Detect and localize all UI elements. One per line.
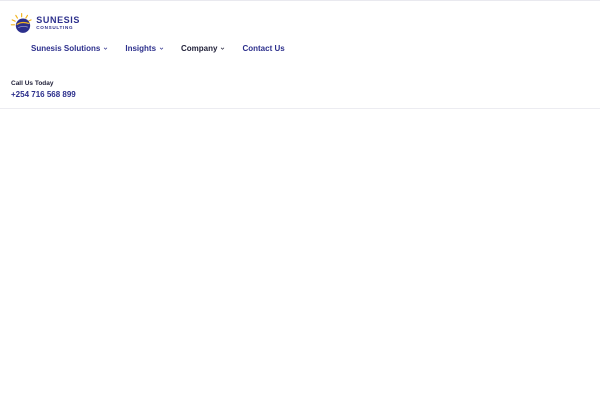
nav-item-contact-us[interactable]: Contact Us	[242, 44, 284, 53]
chevron-down-icon	[221, 47, 225, 50]
site-header: SUNESIS CONSULTING Sunesis Solutions Ins…	[0, 1, 600, 109]
main-nav: Sunesis Solutions Insights Company Conta…	[31, 42, 302, 54]
nav-item-label: Company	[181, 43, 218, 53]
logo-wordmark: SUNESIS CONSULTING	[36, 14, 80, 31]
nav-item-insights[interactable]: Insights	[125, 44, 164, 53]
logo-tagline: CONSULTING	[36, 24, 74, 30]
call-us-label: Call Us Today	[11, 80, 54, 87]
logo-name: SUNESIS	[36, 14, 80, 25]
nav-item-sunesis-solutions[interactable]: Sunesis Solutions	[31, 44, 108, 53]
call-us-block: Call Us Today +254 716 568 899	[11, 80, 76, 99]
chevron-down-icon	[159, 47, 164, 50]
sunesis-logo[interactable]: SUNESIS CONSULTING	[10, 11, 80, 35]
nav-item-label: Contact Us	[242, 43, 285, 53]
nav-item-label: Insights	[125, 43, 157, 53]
page: SUNESIS CONSULTING Sunesis Solutions Ins…	[0, 0, 600, 400]
page-content	[0, 110, 600, 400]
sun-logo-icon	[10, 13, 32, 33]
nav-item-label: Sunesis Solutions	[31, 43, 101, 53]
nav-item-company[interactable]: Company	[181, 44, 225, 53]
phone-number-link[interactable]: +254 716 568 899	[11, 90, 76, 99]
chevron-down-icon	[104, 47, 108, 50]
